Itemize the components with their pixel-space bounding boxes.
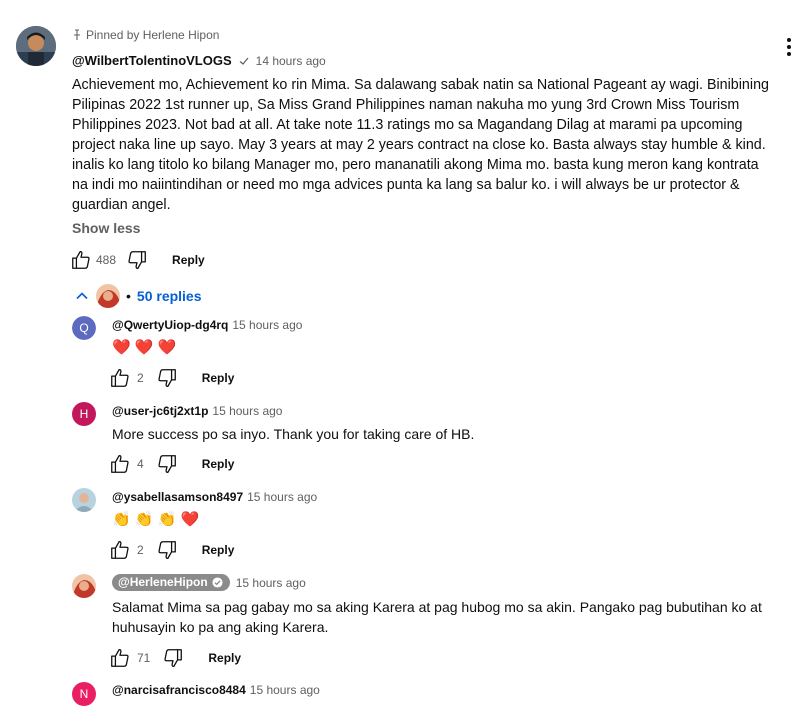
chevron-up-icon <box>76 292 88 300</box>
replies-bullet: • <box>126 288 131 304</box>
reply-text: 👏 👏 👏 ❤️ <box>112 511 200 528</box>
avatar-initial: Q <box>72 316 96 340</box>
comment-header: @WilbertTolentinoVLOGS 14 hours ago <box>72 53 326 68</box>
comment-time[interactable]: 14 hours ago <box>256 54 326 68</box>
reply-actions: 2 Reply <box>109 367 234 389</box>
reply-button[interactable]: Reply <box>202 457 235 471</box>
reply-header: @user-jc6tj2xt1p 15 hours ago <box>112 404 282 418</box>
dislike-icon[interactable] <box>156 367 178 389</box>
creator-badge[interactable]: @HerleneHipon <box>112 574 230 591</box>
like-count: 2 <box>137 371 144 385</box>
avatar-initial: N <box>79 687 89 701</box>
comment-text: Achievement mo, Achievement ko rin Mima.… <box>72 77 769 213</box>
reply-header: @QwertyUiop-dg4rq 15 hours ago <box>112 318 302 332</box>
pin-icon <box>74 29 80 40</box>
reply-author[interactable]: @QwertyUiop-dg4rq <box>112 318 228 332</box>
like-count: 2 <box>137 543 144 557</box>
reply-text: ❤️ ❤️ ❤️ <box>112 339 177 356</box>
reply-actions: 4 Reply <box>109 453 234 475</box>
reply-time[interactable]: 15 hours ago <box>212 404 282 418</box>
reply-time[interactable]: 15 hours ago <box>232 318 302 332</box>
like-icon[interactable] <box>109 367 131 389</box>
comment-author[interactable]: @WilbertTolentinoVLOGS <box>72 53 232 68</box>
like-icon[interactable] <box>109 539 131 561</box>
reply-author[interactable]: @narcisafrancisco8484 <box>112 683 246 697</box>
reply-avatar[interactable]: N <box>72 682 96 706</box>
reply-actions: 2 Reply <box>109 539 234 561</box>
reply-header: @ysabellasamson8497 15 hours ago <box>112 490 317 504</box>
like-icon[interactable] <box>109 453 131 475</box>
replies-toggle[interactable]: • 50 replies <box>74 284 202 308</box>
reply-time[interactable]: 15 hours ago <box>250 683 320 697</box>
avatar-image <box>72 488 96 512</box>
reply-author: @HerleneHipon <box>118 575 208 589</box>
reply-author[interactable]: @ysabellasamson8497 <box>112 490 243 504</box>
like-count: 71 <box>137 651 151 665</box>
reply-time[interactable]: 15 hours ago <box>247 490 317 504</box>
reply-header: @narcisafrancisco8484 15 hours ago <box>112 683 320 697</box>
reply-avatar[interactable] <box>72 488 96 512</box>
dislike-icon[interactable] <box>126 249 148 271</box>
reply-text: More success po sa inyo. Thank you for t… <box>112 426 475 442</box>
verified-badge-icon <box>212 576 223 588</box>
like-count: 488 <box>96 253 117 267</box>
comment-actions: 488 Reply <box>70 249 205 271</box>
pinned-indicator: Pinned by Herlene Hipon <box>72 28 219 42</box>
reply-button[interactable]: Reply <box>208 651 241 665</box>
dislike-icon[interactable] <box>162 647 184 669</box>
dislike-icon[interactable] <box>156 453 178 475</box>
creator-avatar <box>96 284 120 308</box>
pinned-label: Pinned by Herlene Hipon <box>86 28 220 42</box>
dislike-icon[interactable] <box>156 539 178 561</box>
reply-text: Salamat Mima sa pag gabay mo sa aking Ka… <box>112 599 762 635</box>
show-less-button[interactable]: Show less <box>72 220 140 236</box>
commenter-avatar[interactable] <box>16 26 56 66</box>
avatar-image <box>72 574 96 598</box>
more-actions-icon[interactable] <box>783 38 795 56</box>
reply-avatar[interactable]: Q <box>72 316 96 340</box>
avatar-image <box>16 26 56 66</box>
reply-button[interactable]: Reply <box>202 543 235 557</box>
reply-button[interactable]: Reply <box>202 371 235 385</box>
reply-avatar[interactable] <box>72 574 96 598</box>
reply-avatar[interactable]: H <box>72 402 96 426</box>
like-count: 4 <box>137 457 144 471</box>
reply-actions: 71 Reply <box>109 647 241 669</box>
reply-header: @HerleneHipon 15 hours ago <box>112 574 306 591</box>
reply-button[interactable]: Reply <box>172 253 205 267</box>
reply-author[interactable]: @user-jc6tj2xt1p <box>112 404 208 418</box>
like-icon[interactable] <box>109 647 131 669</box>
avatar-initial: H <box>79 407 89 421</box>
replies-count: 50 replies <box>136 288 202 304</box>
verified-check-icon <box>239 57 249 65</box>
reply-time[interactable]: 15 hours ago <box>236 576 306 590</box>
like-icon[interactable] <box>70 249 92 271</box>
